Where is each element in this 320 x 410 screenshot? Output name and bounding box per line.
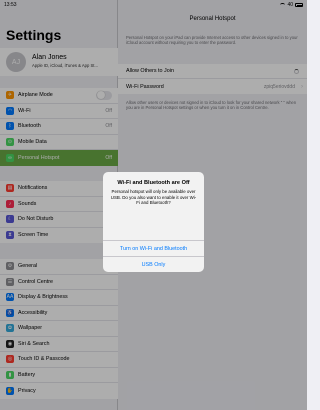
turn-on-wifi-bluetooth-button[interactable]: Turn on Wi-Fi and Bluetooth [103,240,204,256]
alert-message: Personal hotspot will only be available … [110,189,197,205]
alert-title: Wi-Fi and Bluetooth are Off [117,180,190,186]
usb-only-button[interactable]: USB Only [103,256,204,272]
alert-dialog: Wi-Fi and Bluetooth are Off Personal hot… [103,172,204,272]
